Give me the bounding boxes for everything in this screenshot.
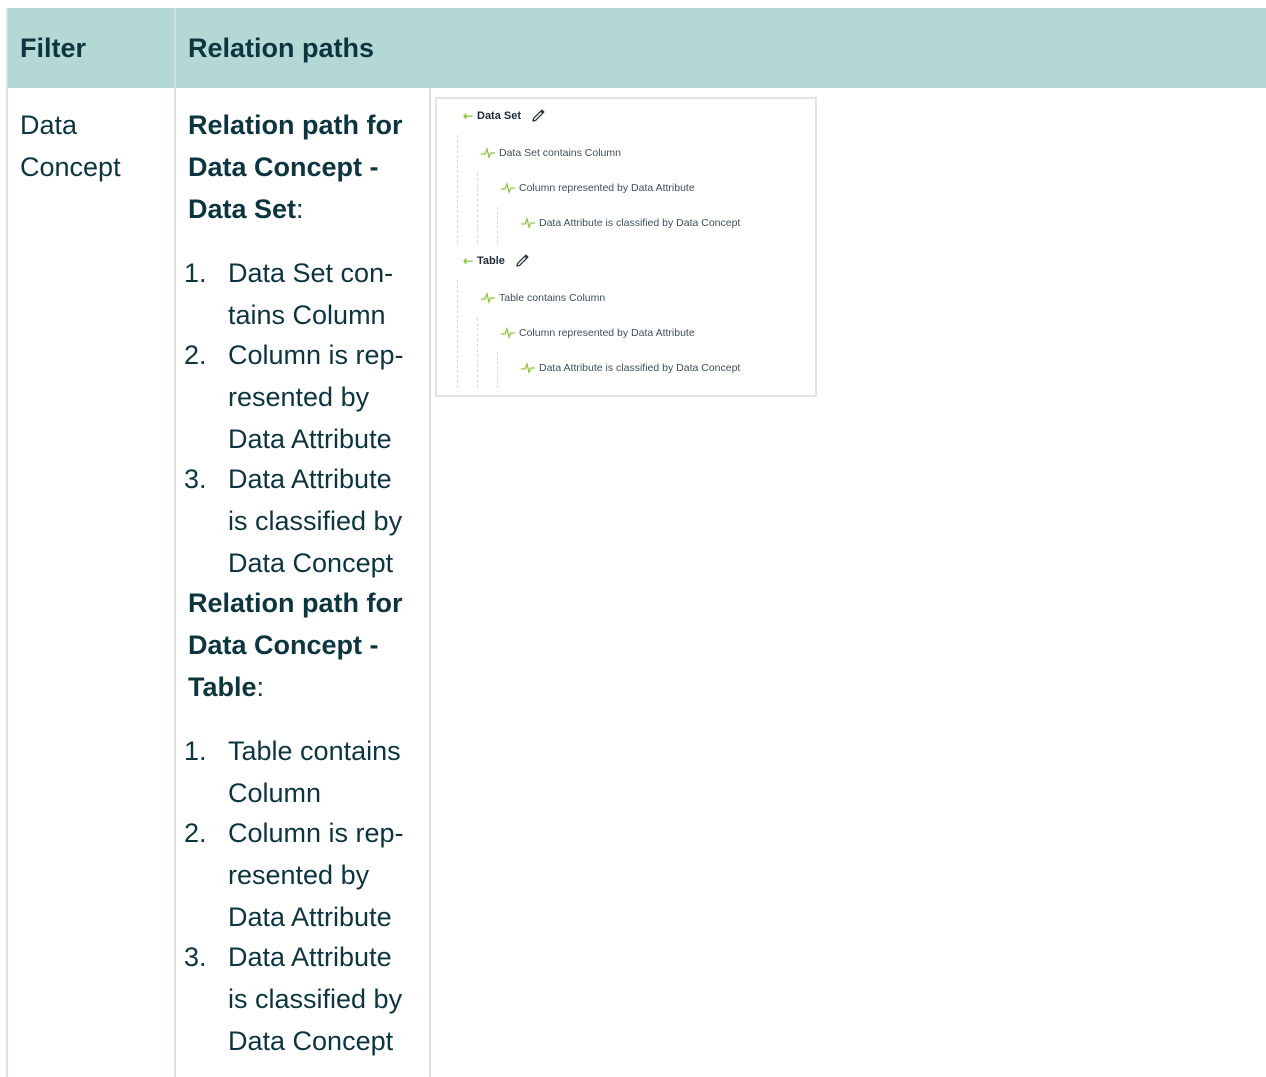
step-line: Column is rep- [228, 818, 404, 848]
relation-item[interactable]: Column represented by Data Attribute [501, 325, 695, 341]
heading-colon: : [256, 672, 265, 702]
filter-cell: Data Concept [20, 104, 160, 188]
filter-value-line: Data [20, 110, 78, 140]
relation-steps-list: 1. Data Set con- tains Column 2. Column … [184, 252, 428, 584]
tree-root-label: Data Set [477, 110, 522, 122]
pulse-icon [501, 182, 515, 194]
pulse-icon [521, 362, 535, 374]
pencil-icon[interactable] [514, 253, 530, 269]
heading-prefix: Relation path for [188, 588, 403, 618]
step-number: 2. [184, 818, 207, 848]
arrow-left-icon: ⇠ [462, 109, 474, 123]
arrow-left-icon: ⇠ [462, 254, 474, 268]
column-divider [174, 8, 176, 1077]
relation-steps-list: 1. Table contains Column 2. Column is re… [184, 730, 428, 1062]
step-line: Data Attribute [228, 464, 392, 494]
step-line: Data Concept [228, 1026, 394, 1056]
list-item: 1. Table contains Column [184, 730, 428, 814]
heading-line: Data Concept - [188, 152, 379, 182]
pencil-icon[interactable] [530, 108, 546, 124]
step-line: resented by [228, 382, 370, 412]
list-item: 3. Data Attribute is classified by Data … [184, 458, 428, 584]
step-number: 3. [184, 464, 207, 494]
pulse-icon [481, 292, 495, 304]
relation-path-heading: Relation path for Data Concept - Table: [188, 582, 428, 708]
relation-item[interactable]: Data Set contains Column [481, 145, 621, 161]
tree-guide-line [457, 135, 458, 243]
step-line: Column is rep- [228, 340, 404, 370]
header-filter: Filter [20, 33, 87, 63]
relation-paths-cell: Relation path for Data Concept - Data Se… [184, 104, 428, 1062]
step-number: 1. [184, 258, 207, 288]
step-line: Column [228, 778, 322, 808]
step-line: tains Column [228, 300, 386, 330]
heading-target: Table [188, 672, 257, 702]
step-line: is classified by [228, 506, 403, 536]
tree-root[interactable]: ⇠ Data Set [459, 107, 546, 125]
list-item: 3. Data Attribute is classified by Data … [184, 936, 428, 1062]
step-line: Data Attribute [228, 942, 392, 972]
tree-guide-line [477, 173, 478, 243]
heading-target: Data Set [188, 194, 297, 224]
tree-guide-line [477, 318, 478, 388]
list-item: 2. Column is rep- resented by Data Attri… [184, 334, 428, 460]
step-line: is classified by [228, 984, 403, 1014]
step-line: Data Concept [228, 548, 394, 578]
relation-label: Column represented by Data Attribute [519, 327, 695, 339]
relation-label: Data Attribute is classified by Data Con… [539, 362, 741, 374]
tree-guide-line [497, 207, 498, 243]
relation-path-screenshot: ⇠ Data Set Data Set contains Column Colu… [435, 97, 817, 397]
step-line: Data Attribute [228, 902, 392, 932]
step-number: 1. [184, 736, 207, 766]
relation-label: Table contains Column [499, 292, 606, 304]
pulse-icon [481, 147, 495, 159]
relation-label: Data Attribute is classified by Data Con… [539, 217, 741, 229]
relation-path-heading: Relation path for Data Concept - Data Se… [188, 104, 428, 230]
relation-label: Column represented by Data Attribute [519, 182, 695, 194]
step-line: Data Attribute [228, 424, 392, 454]
tree-root[interactable]: ⇠ Table [459, 252, 530, 270]
relation-item[interactable]: Data Attribute is classified by Data Con… [521, 215, 740, 231]
relation-item[interactable]: Table contains Column [481, 290, 605, 306]
heading-colon: : [296, 194, 304, 224]
step-line: resented by [228, 860, 370, 890]
step-number: 2. [184, 340, 207, 370]
relation-item[interactable]: Column represented by Data Attribute [501, 180, 695, 196]
pulse-icon [521, 217, 535, 229]
list-item: 1. Data Set con- tains Column [184, 252, 428, 336]
step-line: Data Set con- [228, 258, 394, 288]
filter-value-line: Concept [20, 152, 121, 182]
relation-item[interactable]: Data Attribute is classified by Data Con… [521, 360, 740, 376]
tree-guide-line [457, 280, 458, 388]
step-line: Table contains [228, 736, 401, 766]
step-number: 3. [184, 942, 207, 972]
relation-label: Data Set contains Column [499, 147, 621, 159]
tree-guide-line [497, 352, 498, 388]
pulse-icon [501, 327, 515, 339]
list-item: 2. Column is rep- resented by Data Attri… [184, 812, 428, 938]
tree-root-label: Table [477, 255, 505, 267]
header-relation-paths: Relation paths [188, 33, 375, 63]
heading-line: Data Concept - [188, 630, 379, 660]
table-header: Filter Relation paths [8, 8, 1266, 88]
heading-prefix: Relation path for [188, 110, 403, 140]
column-divider [429, 88, 431, 1077]
